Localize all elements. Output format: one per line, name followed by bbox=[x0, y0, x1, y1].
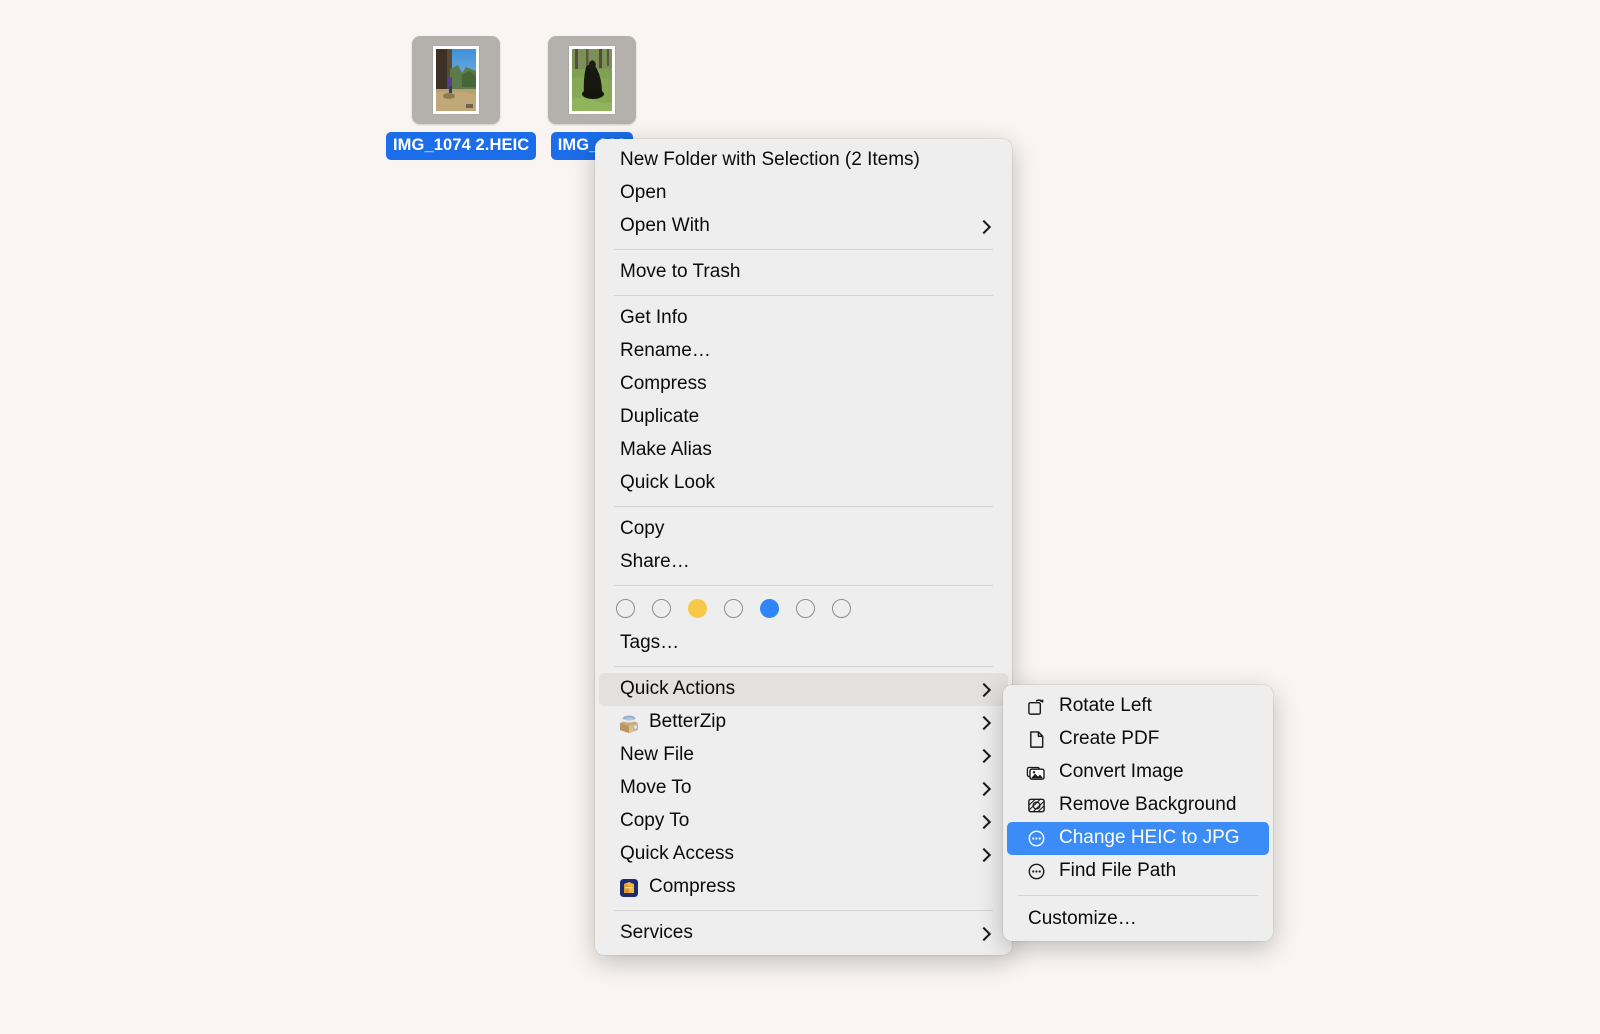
menu-item-label: BetterZip bbox=[649, 712, 967, 733]
chevron-right-icon bbox=[977, 220, 991, 234]
photo-thumbnail-dark-animal bbox=[572, 49, 612, 111]
tag-dot-none-1[interactable] bbox=[616, 599, 635, 618]
menu-item-move-to[interactable]: Move To bbox=[599, 772, 1008, 805]
submenu-item-convert-image[interactable]: Convert Image bbox=[1007, 756, 1269, 789]
menu-item-quick-look[interactable]: Quick Look bbox=[599, 467, 1008, 500]
thumbnail-paper-border bbox=[569, 46, 615, 114]
submenu-item-label: Change HEIC to JPG bbox=[1059, 828, 1255, 849]
menu-separator bbox=[614, 249, 993, 250]
chevron-right-icon bbox=[977, 683, 991, 697]
menu-item-make-alias[interactable]: Make Alias bbox=[599, 434, 1008, 467]
menu-item-label: New File bbox=[620, 745, 967, 766]
submenu-item-label: Customize… bbox=[1028, 909, 1255, 930]
submenu-item-label: Create PDF bbox=[1059, 729, 1255, 750]
menu-item-tags[interactable]: Tags… bbox=[599, 627, 1008, 660]
quick-actions-submenu: Rotate Left Create PDF Convert Image bbox=[1003, 685, 1273, 941]
menu-item-get-info[interactable]: Get Info bbox=[599, 302, 1008, 335]
menu-item-label: Quick Actions bbox=[620, 679, 967, 700]
menu-item-compress[interactable]: Compress bbox=[599, 368, 1008, 401]
menu-item-open-with[interactable]: Open With bbox=[599, 210, 1008, 243]
menu-item-compress-app[interactable]: Compress bbox=[599, 871, 1008, 904]
submenu-item-customize[interactable]: Customize… bbox=[1007, 903, 1269, 936]
menu-item-services[interactable]: Services bbox=[599, 917, 1008, 950]
menu-item-label: Compress bbox=[649, 877, 991, 898]
chevron-right-icon bbox=[977, 716, 991, 730]
tag-dot-none-3[interactable] bbox=[724, 599, 743, 618]
chevron-right-icon bbox=[977, 749, 991, 763]
menu-item-label: Open With bbox=[620, 216, 967, 237]
menu-item-new-file[interactable]: New File bbox=[599, 739, 1008, 772]
menu-item-quick-actions[interactable]: Quick Actions bbox=[599, 673, 1008, 706]
menu-separator bbox=[614, 506, 993, 507]
menu-item-copy-to[interactable]: Copy To bbox=[599, 805, 1008, 838]
automator-ellipsis-icon bbox=[1024, 827, 1048, 851]
menu-item-new-folder-with-selection[interactable]: New Folder with Selection (2 Items) bbox=[599, 144, 1008, 177]
menu-separator bbox=[614, 295, 993, 296]
tag-dot-yellow[interactable] bbox=[688, 599, 707, 618]
tag-dot-none-5[interactable] bbox=[832, 599, 851, 618]
menu-item-label: Quick Access bbox=[620, 844, 967, 865]
submenu-item-label: Find File Path bbox=[1059, 861, 1255, 882]
submenu-item-remove-background[interactable]: Remove Background bbox=[1007, 789, 1269, 822]
automator-ellipsis-icon bbox=[1024, 860, 1048, 884]
menu-item-label: Open bbox=[620, 183, 991, 204]
filename-label[interactable]: IMG_1074 2.HEIC bbox=[386, 132, 536, 160]
menu-item-open[interactable]: Open bbox=[599, 177, 1008, 210]
document-icon bbox=[1024, 728, 1048, 752]
menu-item-label: Move to Trash bbox=[620, 262, 991, 283]
remove-background-icon bbox=[1024, 794, 1048, 818]
menu-item-copy[interactable]: Copy bbox=[599, 513, 1008, 546]
menu-item-quick-access[interactable]: Quick Access bbox=[599, 838, 1008, 871]
menu-item-betterzip[interactable]: BetterZip bbox=[599, 706, 1008, 739]
rotate-left-icon bbox=[1024, 695, 1048, 719]
photos-stack-icon bbox=[1024, 761, 1048, 785]
submenu-item-rotate-left[interactable]: Rotate Left bbox=[1007, 690, 1269, 723]
menu-item-rename[interactable]: Rename… bbox=[599, 335, 1008, 368]
submenu-item-label: Remove Background bbox=[1059, 795, 1255, 816]
submenu-item-find-file-path[interactable]: Find File Path bbox=[1007, 855, 1269, 888]
file-thumbnail[interactable] bbox=[548, 36, 636, 124]
menu-separator bbox=[614, 910, 993, 911]
submenu-item-label: Rotate Left bbox=[1059, 696, 1255, 717]
menu-item-share[interactable]: Share… bbox=[599, 546, 1008, 579]
menu-separator bbox=[614, 585, 993, 586]
file-thumbnail[interactable] bbox=[412, 36, 500, 124]
menu-item-label: Share… bbox=[620, 552, 991, 573]
menu-item-label: New Folder with Selection (2 Items) bbox=[620, 150, 991, 171]
submenu-item-label: Convert Image bbox=[1059, 762, 1255, 783]
submenu-item-create-pdf[interactable]: Create PDF bbox=[1007, 723, 1269, 756]
filename-label-wrap: IMG_1074 2.HEIC bbox=[386, 132, 526, 160]
chevron-right-icon bbox=[977, 848, 991, 862]
menu-separator bbox=[1018, 895, 1258, 896]
tag-dot-blue[interactable] bbox=[760, 599, 779, 618]
menu-item-duplicate[interactable]: Duplicate bbox=[599, 401, 1008, 434]
menu-item-label: Copy bbox=[620, 519, 991, 540]
tag-dot-none-2[interactable] bbox=[652, 599, 671, 618]
photo-thumbnail-landscape-trail bbox=[436, 49, 476, 111]
menu-item-label: Services bbox=[620, 923, 967, 944]
chevron-right-icon bbox=[977, 927, 991, 941]
menu-item-label: Make Alias bbox=[620, 440, 991, 461]
menu-item-label: Move To bbox=[620, 778, 967, 799]
chevron-right-icon bbox=[977, 782, 991, 796]
menu-item-move-to-trash[interactable]: Move to Trash bbox=[599, 256, 1008, 289]
menu-item-label: Get Info bbox=[620, 308, 991, 329]
menu-item-label: Compress bbox=[620, 374, 991, 395]
context-menu: New Folder with Selection (2 Items) Open… bbox=[595, 139, 1012, 955]
menu-item-label: Rename… bbox=[620, 341, 991, 362]
menu-item-label: Duplicate bbox=[620, 407, 991, 428]
desktop-file-item[interactable]: IMG_1074 2.HEIC bbox=[386, 36, 526, 160]
menu-item-label: Quick Look bbox=[620, 473, 991, 494]
menu-item-label: Tags… bbox=[620, 633, 991, 654]
chevron-right-icon bbox=[977, 815, 991, 829]
betterzip-app-icon bbox=[618, 712, 640, 734]
compress-app-icon bbox=[618, 877, 640, 899]
tag-dot-none-4[interactable] bbox=[796, 599, 815, 618]
tag-color-row bbox=[595, 592, 1012, 627]
submenu-item-change-heic-to-jpg[interactable]: Change HEIC to JPG bbox=[1007, 822, 1269, 855]
thumbnail-paper-border bbox=[433, 46, 479, 114]
menu-separator bbox=[614, 666, 993, 667]
menu-item-label: Copy To bbox=[620, 811, 967, 832]
